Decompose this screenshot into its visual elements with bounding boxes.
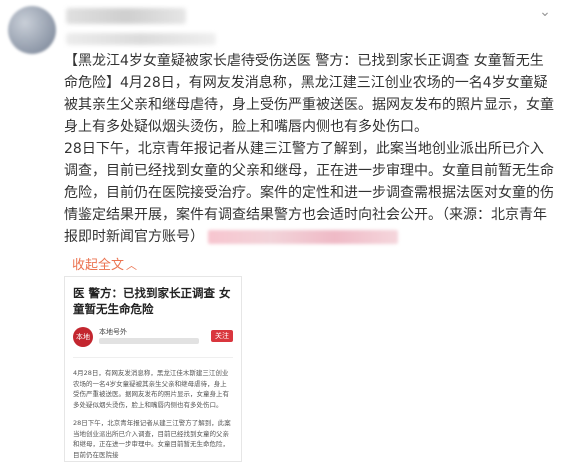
source-desc-blur (99, 338, 199, 344)
post-meta-blurred (66, 33, 216, 45)
article-screenshot[interactable]: 医 警方：已找到家长正调查 女童暂无生命危险 本地 本地号外 关注 4月28日，… (64, 276, 242, 462)
post-paragraph-2: 28日下午，北京青年报记者从建三江警方了解到，此案当地创业派出所已介入调查，目前… (64, 138, 554, 248)
collapse-button[interactable]: 收起全文 ︿ (72, 254, 137, 273)
divider (73, 357, 233, 358)
avatar[interactable] (8, 6, 56, 54)
source-logo: 本地 (73, 327, 93, 347)
article-title: 医 警方：已找到家长正调查 女童暂无生命危险 (73, 286, 231, 316)
chevron-up-icon: ︿ (126, 259, 138, 272)
article-body-2: 28日下午，北京青年报记者从建三江警方了解到，此案当地创业派出所已介入调查，目前… (73, 419, 231, 459)
source-name: 本地号外 (99, 328, 127, 336)
blurred-account (208, 230, 398, 244)
chevron-down-icon[interactable]: ⌄ (537, 4, 553, 20)
post-text: 【黑龙江4岁女童疑被家长虐待受伤送医 警方：已找到家长正调查 女童暂无生命危险】… (64, 50, 554, 248)
article-body-1: 4月28日，有网友发消息称，黑龙江佳木斯建三江创业农场的一名4岁女童疑被其亲生父… (73, 369, 229, 409)
post-paragraph-1: 【黑龙江4岁女童疑被家长虐待受伤送医 警方：已找到家长正调查 女童暂无生命危险】… (64, 53, 554, 135)
username-blurred[interactable] (66, 8, 186, 24)
collapse-label: 收起全文 (72, 258, 125, 273)
article-body: 4月28日，有网友发消息称，黑龙江佳木斯建三江创业农场的一名4岁女童疑被其亲生父… (73, 368, 233, 460)
follow-button[interactable]: 关注 (211, 330, 233, 342)
article-source: 本地 本地号外 关注 (73, 325, 233, 351)
